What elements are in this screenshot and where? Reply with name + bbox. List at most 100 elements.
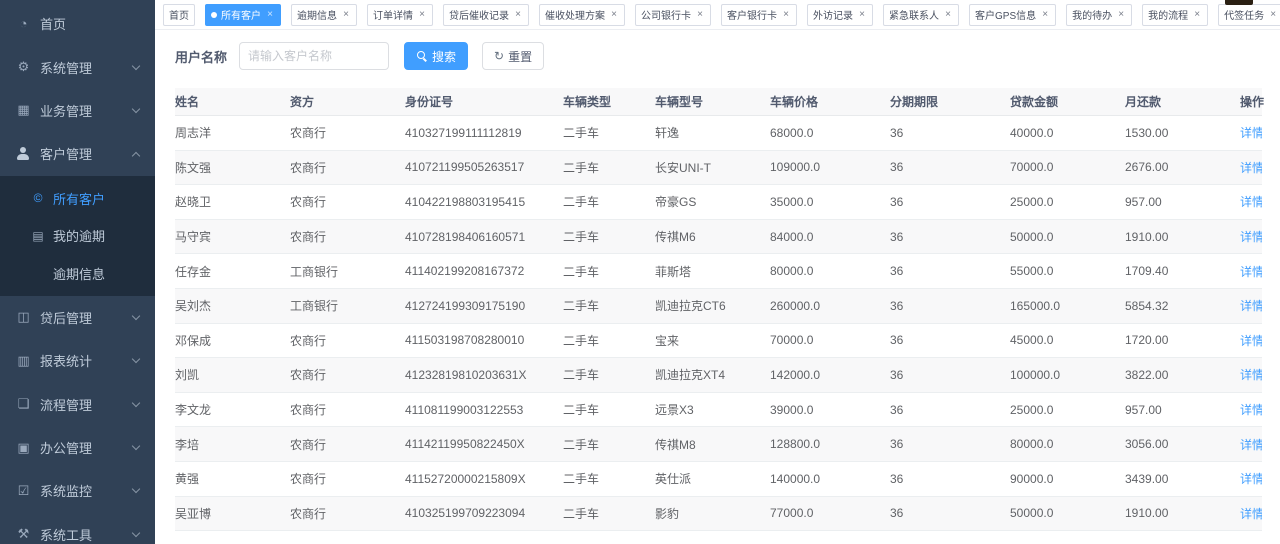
cell-monthly-payment: 1910.00 — [1125, 506, 1240, 520]
cell-id-number: 41142119950822450X — [405, 437, 563, 451]
tab-order-detail[interactable]: 订单详情× — [367, 4, 433, 26]
cell-term: 36 — [890, 437, 1010, 451]
grid-icon: ▦ — [15, 102, 32, 118]
tab-all-customers[interactable]: 所有客户× — [205, 4, 281, 26]
close-tab-icon[interactable]: × — [1116, 9, 1126, 20]
cell-id-number: 410325199709223094 — [405, 506, 563, 520]
sidebar-item-process-mgmt[interactable]: ❏流程管理 — [0, 383, 155, 426]
tab-my-todo[interactable]: 我的待办× — [1066, 4, 1132, 26]
customer-name-input[interactable] — [239, 42, 389, 70]
close-tab-icon[interactable]: × — [513, 9, 523, 20]
column-header-name: 姓名 — [175, 93, 290, 110]
toolbox-icon: ⚒ — [15, 526, 32, 542]
close-tab-icon[interactable]: × — [1192, 9, 1202, 20]
cell-term: 36 — [890, 126, 1010, 140]
detail-link[interactable]: 详情 — [1240, 230, 1262, 244]
sidebar-item-system-monitor[interactable]: ☑系统监控 — [0, 469, 155, 512]
sidebar-item-business-mgmt[interactable]: ▦业务管理 — [0, 89, 155, 132]
sidebar-item-label: 客户管理 — [40, 144, 133, 163]
detail-link[interactable]: 详情 — [1240, 334, 1262, 348]
sidebar-item-system-mgmt[interactable]: ⚙系统管理 — [0, 45, 155, 88]
detail-link[interactable]: 详情 — [1240, 472, 1262, 486]
tab-customer-gps-info[interactable]: 客户GPS信息× — [969, 4, 1056, 26]
table-header-row: 姓名资方身份证号车辆类型车辆型号车辆价格分期期限贷款金额月还款操作 — [175, 88, 1262, 116]
cell-term: 36 — [890, 160, 1010, 174]
close-tab-icon[interactable]: × — [417, 9, 427, 20]
close-tab-icon[interactable]: × — [1040, 9, 1050, 20]
search-button[interactable]: 搜索 — [404, 42, 468, 70]
detail-link[interactable]: 详情 — [1240, 161, 1262, 175]
sidebar-nav: ◔首页⚙系统管理▦业务管理客户管理 ©所有客户▤我的逾期逾期信息 ◫贷后管理▥报表统… — [0, 2, 155, 544]
reset-button[interactable]: ↻ 重置 — [482, 42, 544, 70]
cell-name: 周志洋 — [175, 124, 290, 141]
tab-label: 公司银行卡 — [641, 7, 691, 22]
sidebar-item-system-tools[interactable]: ⚒系统工具 — [0, 513, 155, 544]
detail-link[interactable]: 详情 — [1240, 403, 1262, 417]
cell-vehicle-model: 帝豪GS — [655, 193, 770, 210]
cell-name: 马守宾 — [175, 228, 290, 245]
close-tab-icon[interactable]: × — [265, 9, 275, 20]
close-tab-icon[interactable]: × — [695, 9, 705, 20]
sidebar-item-overdue-info[interactable]: 逾期信息 — [0, 254, 155, 291]
tab-visit-records[interactable]: 外访记录 × — [807, 4, 873, 26]
tab-customer-bank-card[interactable]: 客户银行卡× — [721, 4, 797, 26]
book-icon: ▤ — [31, 229, 45, 243]
tab-my-process[interactable]: 我的流程× — [1142, 4, 1208, 26]
sidebar-item-label: 贷后管理 — [40, 308, 133, 327]
cell-vehicle-type: 二手车 — [563, 366, 655, 383]
tab-collection-plan[interactable]: 催收处理方案 × — [539, 4, 625, 26]
cell-monthly-payment: 3056.00 — [1125, 437, 1240, 451]
active-tab-dot — [211, 12, 217, 18]
sidebar-item-all-customers[interactable]: ©所有客户 — [0, 180, 155, 217]
tab-post-loan-collection-records[interactable]: 贷后催收记录× — [443, 4, 529, 26]
cell-funder: 农商行 — [290, 159, 405, 176]
close-tab-icon[interactable]: × — [1268, 9, 1278, 20]
detail-link[interactable]: 详情 — [1240, 126, 1262, 140]
sidebar-item-post-loan-mgmt[interactable]: ◫贷后管理 — [0, 296, 155, 339]
close-tab-icon[interactable]: × — [609, 9, 619, 20]
table-row: 任存金工商银行411402199208167372二手车菲斯塔80000.036… — [175, 254, 1262, 289]
tab-emergency-contacts[interactable]: 紧急联系人× — [883, 4, 959, 26]
detail-link[interactable]: 详情 — [1240, 507, 1262, 521]
sidebar-item-office-mgmt[interactable]: ▣办公管理 — [0, 426, 155, 469]
app-root: ◔首页⚙系统管理▦业务管理客户管理 ©所有客户▤我的逾期逾期信息 ◫贷后管理▥报表统… — [0, 0, 1280, 544]
tab-overdue-info[interactable]: 逾期信息× — [291, 4, 357, 26]
close-tab-icon[interactable]: × — [943, 9, 953, 20]
tab-label: 催收处理方案 — [545, 7, 605, 22]
tab-sign-tasks[interactable]: 代签任务× — [1218, 4, 1280, 26]
search-button-label: 搜索 — [432, 48, 456, 65]
cell-loan-amount: 165000.0 — [1010, 299, 1125, 313]
tab-label: 外访记录 — [813, 7, 853, 22]
detail-link[interactable]: 详情 — [1240, 368, 1262, 382]
close-tab-icon[interactable]: × — [857, 9, 867, 20]
sidebar-item-home[interactable]: ◔首页 — [0, 2, 155, 45]
cell-term: 36 — [890, 230, 1010, 244]
tab-home[interactable]: 首页 — [163, 4, 195, 26]
office-box-icon: ▣ — [15, 440, 32, 456]
detail-link[interactable]: 详情 — [1240, 195, 1262, 209]
cell-loan-amount: 80000.0 — [1010, 437, 1125, 451]
chevron-down-icon — [132, 312, 140, 320]
tab-company-bank-card[interactable]: 公司银行卡 × — [635, 4, 711, 26]
cell-funder: 农商行 — [290, 436, 405, 453]
cell-vehicle-price: 68000.0 — [770, 126, 890, 140]
cell-vehicle-type: 二手车 — [563, 193, 655, 210]
avatar-cutoff[interactable] — [1225, 0, 1253, 5]
close-tab-icon[interactable]: × — [341, 9, 351, 20]
cell-funder: 工商银行 — [290, 297, 405, 314]
close-tab-icon[interactable]: × — [781, 9, 791, 20]
chevron-down-icon — [132, 485, 140, 493]
cell-name: 陈文强 — [175, 159, 290, 176]
sidebar-item-my-overdue[interactable]: ▤我的逾期 — [0, 217, 155, 254]
cell-id-number: 412724199309175190 — [405, 299, 563, 313]
detail-link[interactable]: 详情 — [1240, 299, 1262, 313]
sidebar-item-label: 所有客户 — [53, 189, 105, 208]
sidebar-item-customer-mgmt[interactable]: 客户管理 — [0, 132, 155, 175]
detail-link[interactable]: 详情 — [1240, 265, 1262, 279]
cell-loan-amount: 25000.0 — [1010, 195, 1125, 209]
cell-funder: 农商行 — [290, 470, 405, 487]
reset-button-label: 重置 — [508, 48, 532, 65]
table-row: 黄强农商行41152720000215809X二手车英仕派140000.0369… — [175, 462, 1262, 497]
sidebar-item-report-stats[interactable]: ▥报表统计 — [0, 339, 155, 382]
detail-link[interactable]: 详情 — [1240, 438, 1262, 452]
